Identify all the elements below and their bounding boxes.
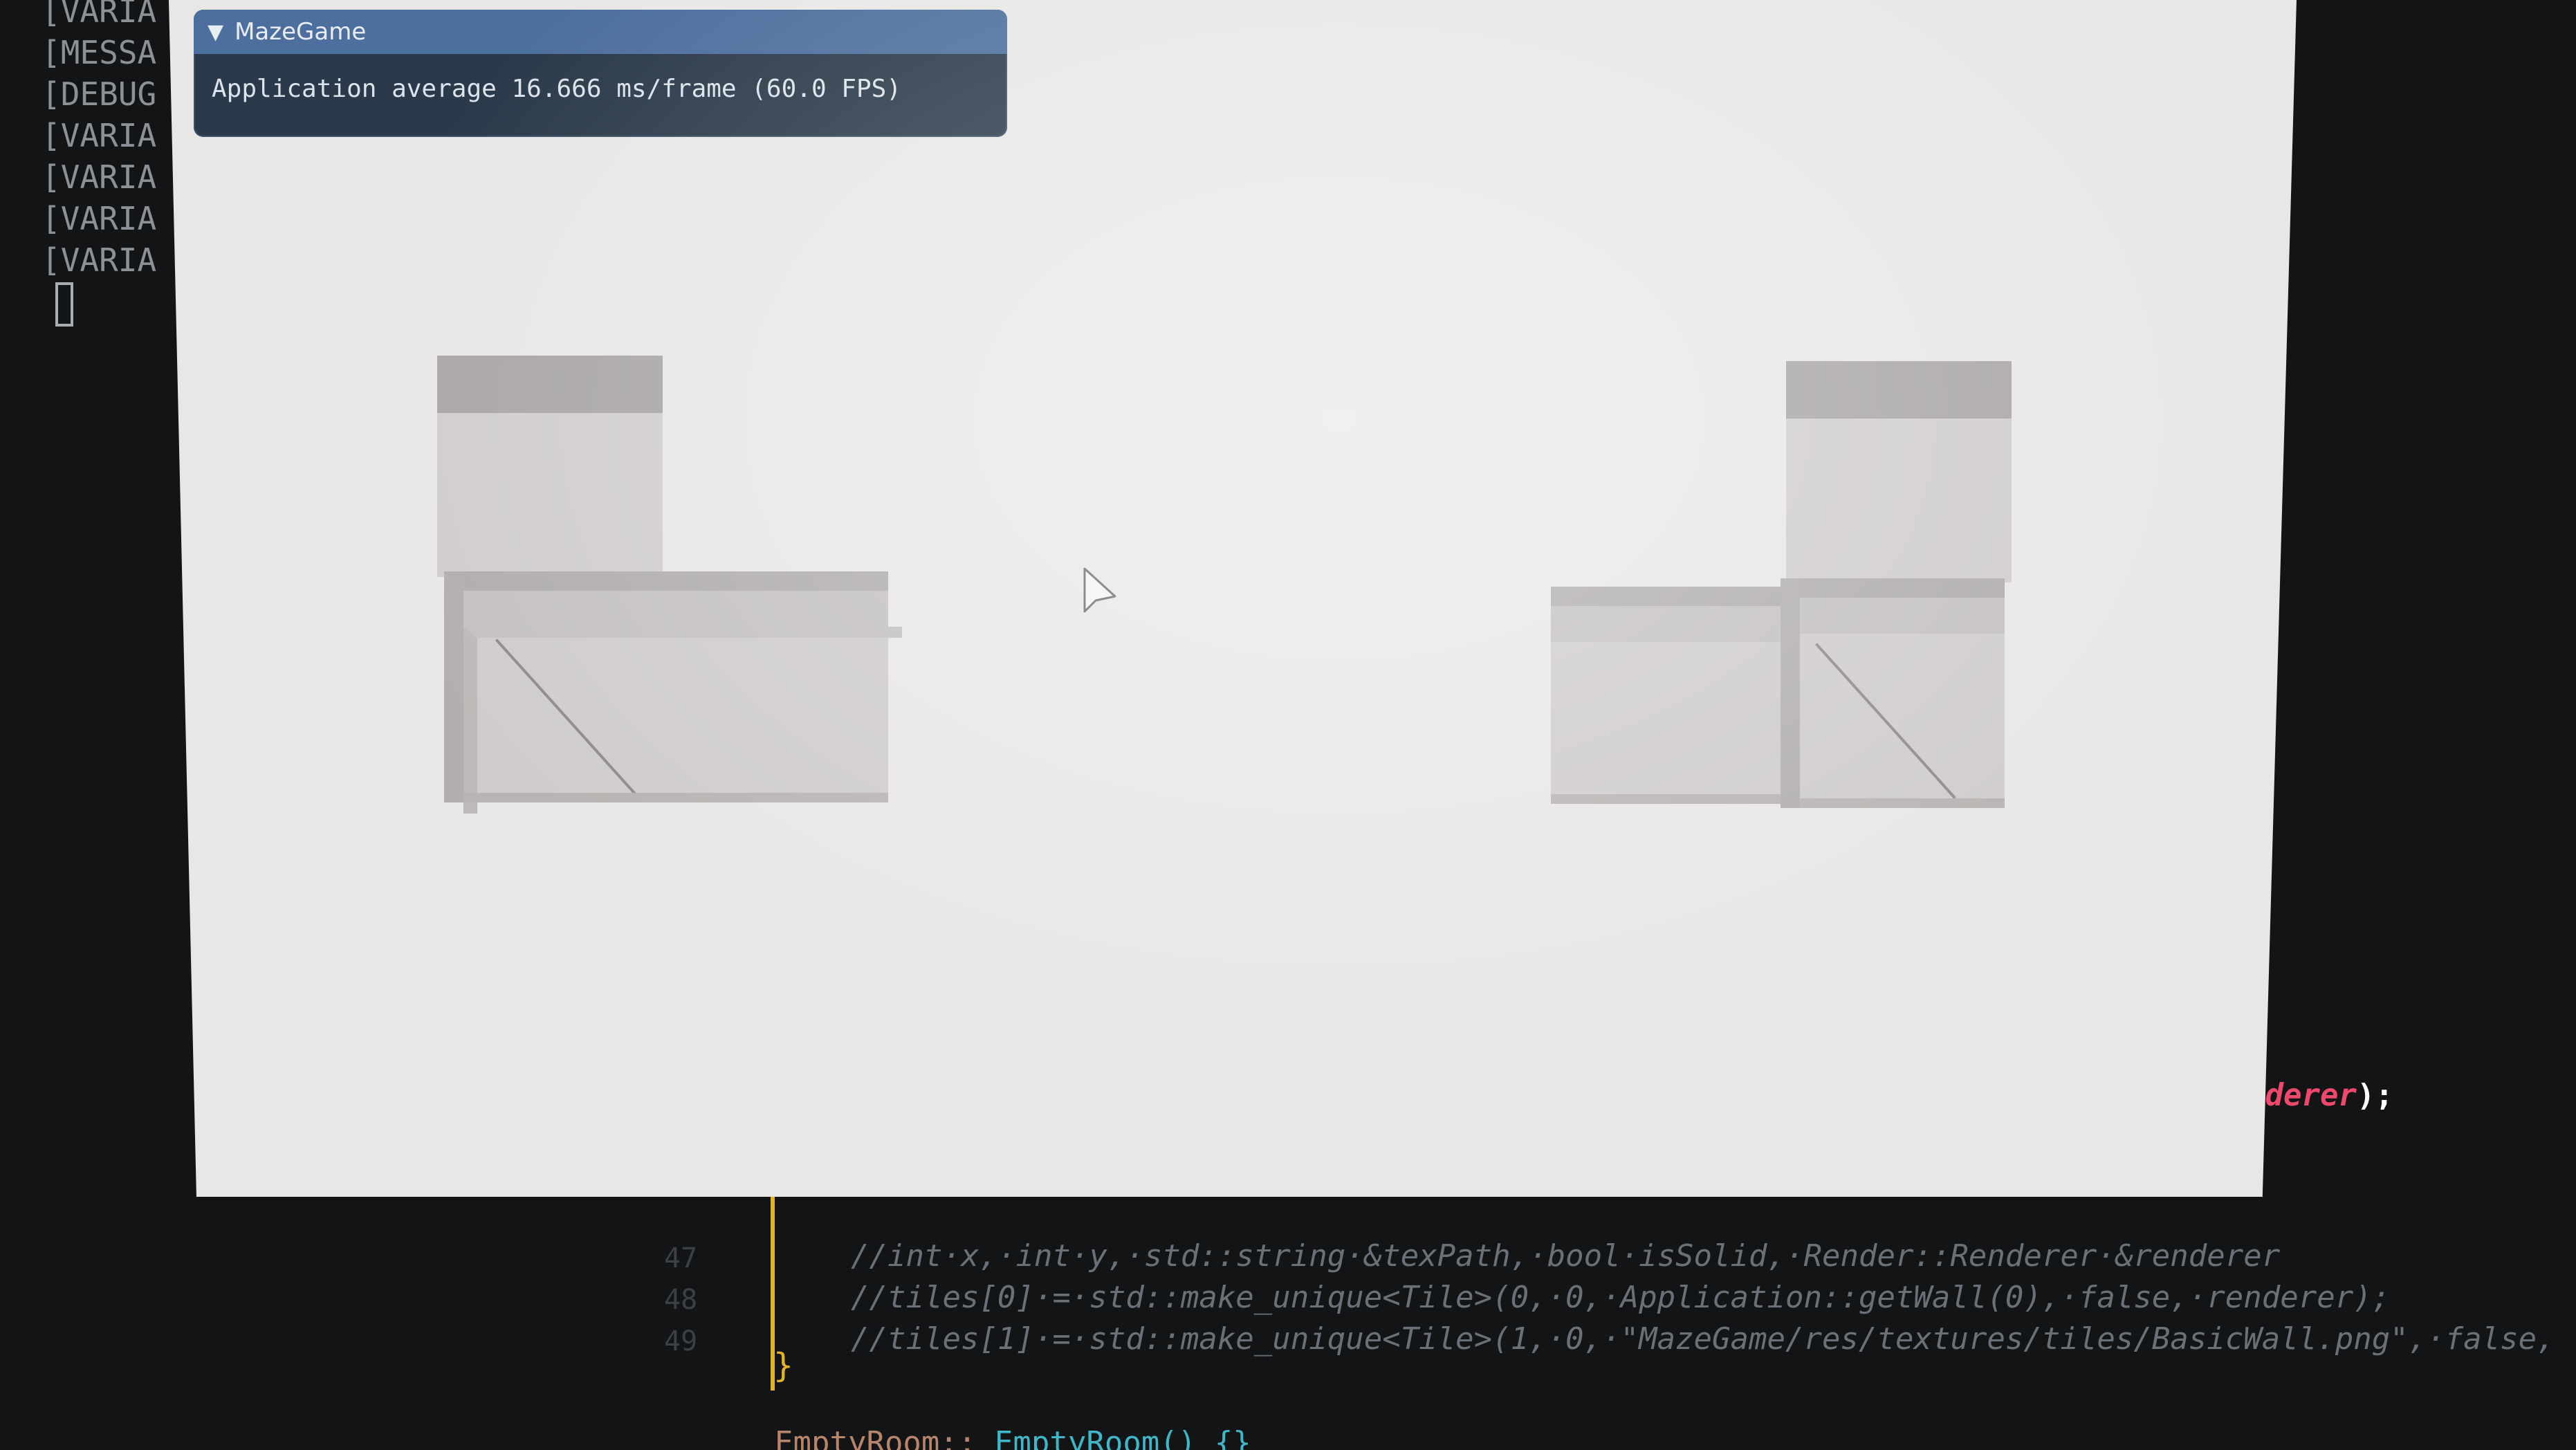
closing-brace: }: [773, 1346, 793, 1385]
floor-seam: [1815, 643, 1956, 799]
panel-title: MazeGame: [234, 18, 367, 46]
wall-tile: [437, 356, 663, 577]
mouse-pointer-icon: [1083, 567, 1116, 613]
floor-edge: [1800, 578, 2005, 634]
floor-tile: [444, 571, 902, 814]
terminal-cursor: [55, 282, 73, 327]
floor-edge: [463, 571, 888, 627]
floor-rim: [1551, 794, 1790, 804]
floor-tile: [1781, 578, 2005, 808]
floor-rim: [1800, 798, 2005, 808]
line-number: 49: [664, 1325, 698, 1357]
floor-tile: [1551, 587, 1790, 804]
terminal-line: [DEBUG: [42, 75, 157, 113]
function-name: EmptyRoom() {}: [994, 1425, 1251, 1450]
floor-edge: [1551, 587, 1790, 642]
wall-tile: [1786, 361, 2012, 582]
imgui-panel[interactable]: ▼ MazeGame Application average 16.666 ms…: [194, 10, 1007, 137]
game-window[interactable]: ▼ MazeGame Application average 16.666 ms…: [169, 0, 2297, 1197]
code-line[interactable]: //tiles[1]·=·std::make_unique<Tile>(1,·0…: [851, 1321, 2555, 1357]
code-line[interactable]: //int·x,·int·y,·std::string·&texPath,·bo…: [851, 1238, 2280, 1274]
triangle-down-icon[interactable]: ▼: [208, 20, 223, 44]
terminal-line: [VARIA: [42, 241, 157, 279]
floor-inner: [463, 627, 902, 814]
code-fragment-punct: );: [2356, 1078, 2393, 1113]
fps-stats-text: Application average 16.666 ms/frame (60.…: [212, 75, 901, 103]
class-name: EmptyRoom::: [775, 1425, 977, 1450]
terminal-line: [VARIA: [42, 200, 157, 237]
code-line[interactable]: EmptyRoom:: EmptyRoom() {}: [775, 1425, 1251, 1450]
line-number: 48: [664, 1284, 698, 1316]
code-line[interactable]: //tiles[0]·=·std::make_unique<Tile>(0,·0…: [851, 1280, 2390, 1315]
terminal-line: [VARIA: [42, 158, 157, 196]
code-editor: 47 48 49 //int·x,·int·y,·std::string·&te…: [0, 1176, 2576, 1450]
terminal-line: [MESSA: [42, 34, 157, 71]
imgui-title-bar[interactable]: ▼ MazeGame: [194, 10, 1007, 54]
imgui-body: Application average 16.666 ms/frame (60.…: [194, 54, 1007, 103]
terminal-line: [VARIA: [42, 0, 157, 30]
terminal-line: [VARIA: [42, 117, 157, 154]
line-number: 47: [664, 1242, 698, 1274]
code-fragment: nderer);: [2247, 1078, 2393, 1113]
floor-rim: [463, 793, 888, 802]
